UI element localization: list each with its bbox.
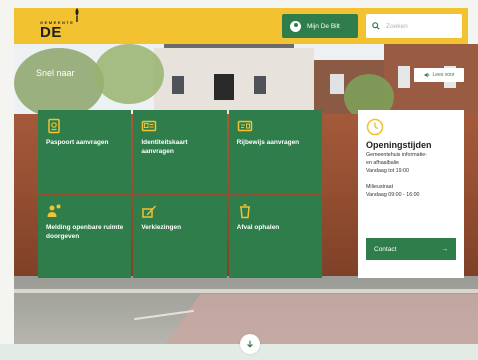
tile-label: Paspoort aanvragen	[46, 139, 109, 146]
tile-label: Rijbewijs aanvragen	[236, 139, 300, 146]
hours-line: Milieustraat	[366, 183, 394, 190]
arrow-right-icon: →	[441, 245, 449, 253]
hero-curb	[14, 289, 478, 293]
arrow-down-icon	[247, 340, 253, 348]
drivers-license-icon	[237, 120, 252, 132]
tree	[14, 48, 104, 118]
clock-icon	[366, 118, 384, 136]
opening-hours-title: Openingstijden	[366, 140, 432, 150]
tile-label: Melding openbare ruimte doorgeven	[46, 224, 124, 240]
quick-links-grid: Paspoort aanvragen Identiteitskaart aanv…	[38, 110, 322, 278]
hours-line: Vandaag tot 19:00	[366, 167, 409, 174]
search-icon	[372, 22, 380, 30]
lees-voor-button[interactable]: Lees voor	[414, 68, 464, 82]
tile-label: Verkiezingen	[141, 224, 182, 231]
report-icon	[47, 204, 61, 217]
tile-paspoort[interactable]: Paspoort aanvragen	[38, 110, 132, 193]
hero-pavement	[164, 294, 478, 344]
passport-icon	[48, 118, 60, 134]
waste-bin-icon	[239, 204, 250, 219]
vote-icon	[142, 205, 157, 218]
logo[interactable]: GEMEENTE DE BILT	[40, 8, 100, 58]
contact-label: Contact	[374, 245, 397, 253]
tile-label: Identiteitskaart aanvragen	[141, 139, 188, 155]
search-input[interactable]	[386, 22, 456, 30]
mijn-de-bilt-button[interactable]: Mijn De Bilt	[282, 14, 358, 38]
scroll-down-button[interactable]	[240, 334, 260, 354]
hours-line: Gemeentehuis informatie-	[366, 152, 427, 158]
site-header: GEMEENTE DE BILT Mijn De Bilt	[14, 8, 468, 58]
tile-melding-openbare-ruimte[interactable]: Melding openbare ruimte doorgeven	[38, 195, 132, 278]
bottom-strip	[0, 344, 478, 360]
hours-line: Vandaag 09:00 - 16:00	[366, 191, 420, 198]
speaker-icon	[424, 72, 429, 78]
search-box[interactable]	[366, 14, 462, 38]
contact-button[interactable]: Contact →	[366, 238, 456, 260]
tile-identiteitskaart[interactable]: Identiteitskaart aanvragen	[133, 110, 227, 193]
tile-label: Afval ophalen	[236, 224, 280, 231]
tile-afval-ophalen[interactable]: Afval ophalen	[228, 195, 322, 278]
opening-hours-card: Openingstijden Gemeentehuis informatie- …	[358, 110, 464, 278]
mijn-de-bilt-label: Mijn De Bilt	[307, 22, 340, 30]
snel-naar-heading: Snel naar	[36, 68, 75, 78]
tile-verkiezingen[interactable]: Verkiezingen	[133, 195, 227, 278]
user-icon	[290, 20, 301, 32]
tree	[94, 44, 164, 104]
lees-voor-label: Lees voor	[432, 72, 455, 78]
id-card-icon	[142, 120, 157, 132]
hours-line: en afhaalbalie	[366, 159, 399, 166]
tile-rijbewijs[interactable]: Rijbewijs aanvragen	[228, 110, 322, 193]
